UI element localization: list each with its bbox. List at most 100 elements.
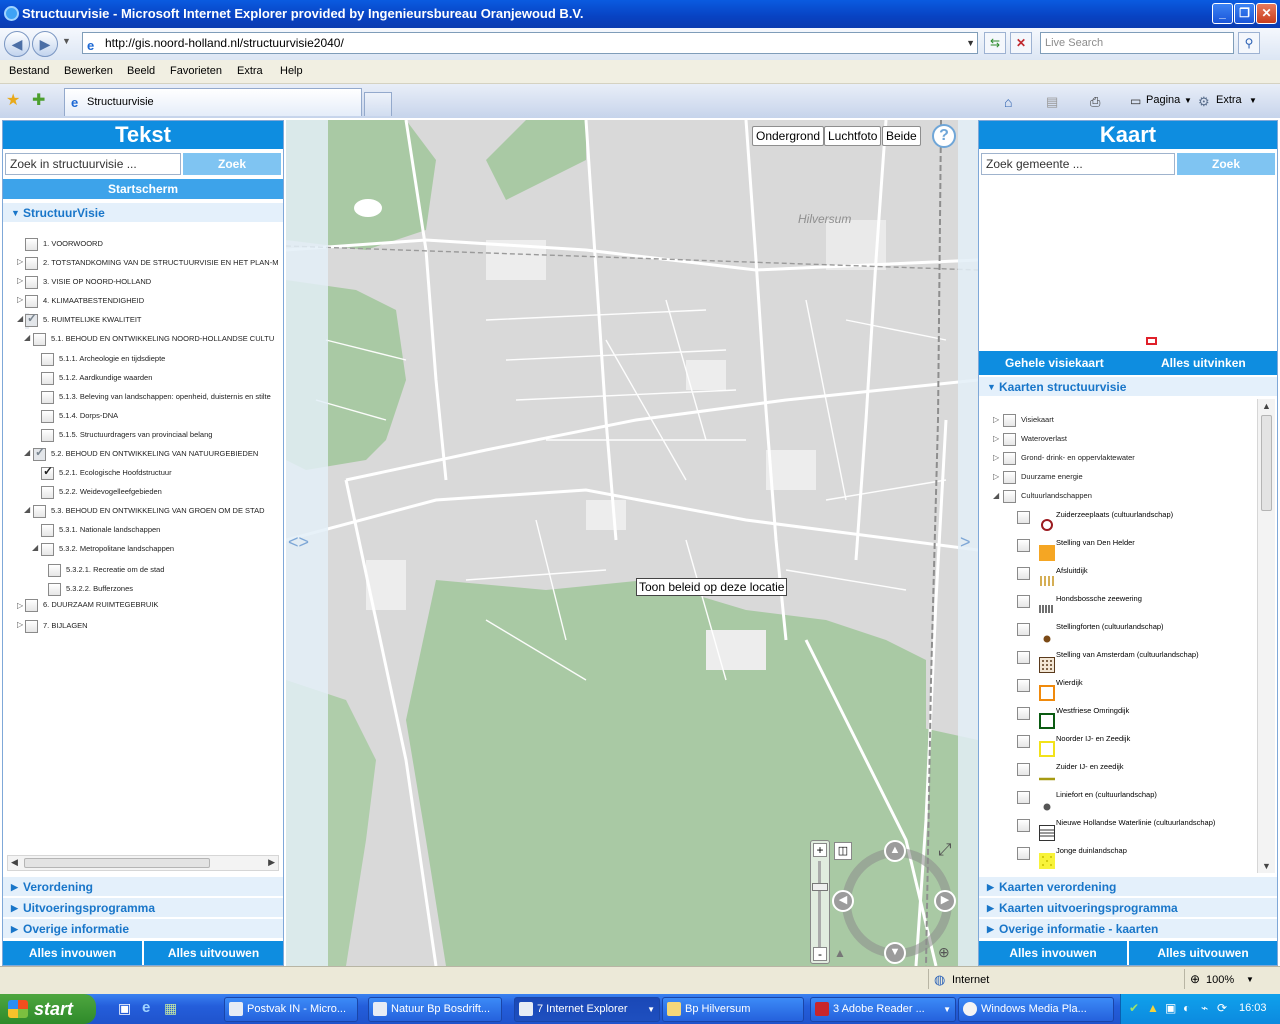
zoom-thumb[interactable] [812, 883, 828, 891]
overview-extent-box[interactable] [1146, 337, 1157, 345]
full-extent-icon[interactable]: ⤢ [938, 840, 952, 860]
tray-usb-icon[interactable]: ⌁ [1201, 1001, 1208, 1015]
map-expand-all-button[interactable]: Alles uitvouwen [1129, 941, 1277, 965]
legend-item[interactable]: Stelling van Amsterdam (cultuurlandschap… [999, 650, 1244, 679]
expand-icon[interactable]: ▷ [17, 276, 23, 285]
add-favorite-icon[interactable]: ✚ [32, 90, 45, 110]
accordion-kaarten-verordening[interactable]: ▶ Kaarten verordening [979, 877, 1277, 897]
zoom-dropdown-icon[interactable]: ▼ [1246, 975, 1254, 984]
legend-item[interactable]: Jonge duinlandschap [999, 846, 1244, 873]
tray-network-icon[interactable]: ▣ [1165, 1001, 1176, 1015]
accordion-overige-informatie-kaarten[interactable]: ▶ Overige informatie - kaarten [979, 919, 1277, 939]
tree-checkbox[interactable] [48, 583, 61, 596]
text-search-input[interactable]: Zoek in structuurvisie ... [5, 153, 181, 175]
tree-checkbox[interactable] [41, 372, 54, 385]
tree-checkbox[interactable] [41, 391, 54, 404]
tree-checkbox[interactable] [41, 524, 54, 537]
legend-checkbox[interactable] [1017, 763, 1030, 776]
base-map-button[interactable]: Ondergrond [752, 126, 825, 146]
zoom-level[interactable]: 100% [1206, 974, 1234, 986]
extra-dropdown-icon[interactable]: ▼ [1249, 96, 1257, 105]
legend-checkbox[interactable] [1017, 511, 1030, 524]
tree-checkbox[interactable] [41, 543, 54, 556]
collapse-icon[interactable]: ◢ [17, 314, 23, 323]
collapse-icon[interactable]: ◢ [993, 491, 999, 500]
accordion-kaarten-structuurvisie[interactable]: ▼ Kaarten structuurvisie [979, 377, 1277, 397]
tree-checkbox[interactable] [41, 410, 54, 423]
expand-icon[interactable]: ▷ [993, 472, 999, 481]
legend-item[interactable]: Westfriese Omringdijk [999, 706, 1244, 735]
layer-checkbox[interactable] [1003, 490, 1016, 503]
tree-checkbox[interactable] [48, 564, 61, 577]
split-view-icon[interactable]: ◫ [834, 842, 852, 860]
legend-item[interactable]: Zuiderzeeplaats (cultuurlandschap) [999, 510, 1244, 539]
refresh-button[interactable]: ⇆ [984, 32, 1006, 54]
map-canvas[interactable] [286, 120, 978, 966]
live-search-input[interactable]: Live Search [1040, 32, 1234, 54]
close-button[interactable]: ✕ [1256, 3, 1277, 24]
tray-alert-icon[interactable]: ▲ [1147, 1001, 1159, 1015]
collapse-icon[interactable]: ◢ [24, 448, 30, 457]
tree-checkbox-checked[interactable] [41, 465, 54, 480]
legend-checkbox[interactable] [1017, 651, 1030, 664]
quicklaunch-excel-icon[interactable]: ▦ [164, 1000, 177, 1017]
start-button[interactable]: start [0, 994, 96, 1024]
legend-item[interactable]: Zuider IJ- en zeedijk [999, 762, 1244, 791]
address-field[interactable]: e http://gis.noord-holland.nl/structuurv… [82, 32, 978, 54]
municipality-search-input[interactable]: Zoek gemeente ... [981, 153, 1175, 175]
tree-checkbox[interactable] [25, 295, 38, 308]
page-menu[interactable]: Pagina [1146, 94, 1180, 106]
help-icon[interactable]: ? [932, 124, 956, 148]
history-dropdown-icon[interactable]: ▼ [62, 36, 71, 46]
stop-button[interactable]: ✕ [1010, 32, 1032, 54]
tree-checkbox[interactable] [33, 446, 46, 461]
tree-checkbox[interactable] [33, 333, 46, 346]
task-word[interactable]: Natuur Bp Bosdrift... [368, 997, 502, 1022]
expand-icon[interactable]: ▷ [17, 257, 23, 266]
menu-bewerken[interactable]: Bewerken [64, 65, 113, 77]
globe-icon[interactable]: ⊕ [938, 944, 950, 961]
tree-checkbox[interactable] [41, 486, 54, 499]
task-windows-media-player[interactable]: Windows Media Pla... [958, 997, 1114, 1022]
legend-item[interactable]: Wierdijk [999, 678, 1244, 707]
accordion-overige-informatie[interactable]: ▶ Overige informatie [3, 919, 283, 939]
text-search-button[interactable]: Zoek [183, 153, 281, 175]
legend-checkbox[interactable] [1017, 595, 1030, 608]
page-dropdown-icon[interactable]: ▼ [1184, 96, 1192, 105]
menu-favorieten[interactable]: Favorieten [170, 65, 222, 77]
zoom-out-button[interactable]: - [813, 947, 827, 961]
minimize-button[interactable]: _ [1212, 3, 1233, 24]
whole-map-button[interactable]: Gehele visiekaart [1005, 356, 1104, 370]
expand-icon[interactable]: ▷ [993, 453, 999, 462]
tree-checkbox[interactable] [25, 238, 38, 251]
feeds-icon[interactable]: ▤ [1046, 94, 1058, 110]
scroll-up-icon[interactable]: ▲ [1262, 401, 1271, 411]
layer-checkbox[interactable] [1003, 414, 1016, 427]
quicklaunch-ie-icon[interactable]: e [142, 999, 150, 1016]
back-button[interactable]: ◀ [4, 31, 30, 57]
expand-icon[interactable]: ▷ [17, 601, 23, 610]
collapse-left-panel-icon[interactable]: <> [288, 532, 309, 553]
address-dropdown-icon[interactable]: ▼ [966, 33, 975, 53]
zoom-slider[interactable]: + - [810, 840, 830, 964]
home-icon[interactable]: ⌂ [1004, 94, 1012, 110]
accordion-kaarten-uitvoeringsprogramma[interactable]: ▶ Kaarten uitvoeringsprogramma [979, 898, 1277, 918]
legend-checkbox[interactable] [1017, 735, 1030, 748]
legend-item[interactable]: Stellingforten (cultuurlandschap) [999, 622, 1244, 651]
favorites-star-icon[interactable]: ★ [6, 90, 20, 110]
menu-bestand[interactable]: Bestand [9, 65, 49, 77]
scroll-thumb[interactable] [24, 858, 210, 868]
legend-item[interactable]: Afsluitdijk [999, 566, 1244, 595]
layer-checkbox[interactable] [1003, 471, 1016, 484]
tree-checkbox[interactable] [25, 620, 38, 633]
legend-item[interactable]: Liniefort en (cultuurlandschap) [999, 790, 1244, 819]
accordion-structuurvisie[interactable]: ▼ StructuurVisie [3, 203, 283, 223]
accordion-uitvoeringsprogramma[interactable]: ▶ Uitvoeringsprogramma [3, 898, 283, 918]
expand-icon[interactable]: ▷ [993, 434, 999, 443]
tree-checkbox[interactable] [25, 257, 38, 270]
new-tab-button[interactable] [364, 92, 392, 116]
tray-shield-icon[interactable]: ✔ [1129, 1001, 1139, 1015]
scroll-thumb[interactable] [1261, 415, 1272, 511]
forward-button[interactable]: ▶ [32, 31, 58, 57]
tree-checkbox[interactable] [25, 599, 38, 612]
